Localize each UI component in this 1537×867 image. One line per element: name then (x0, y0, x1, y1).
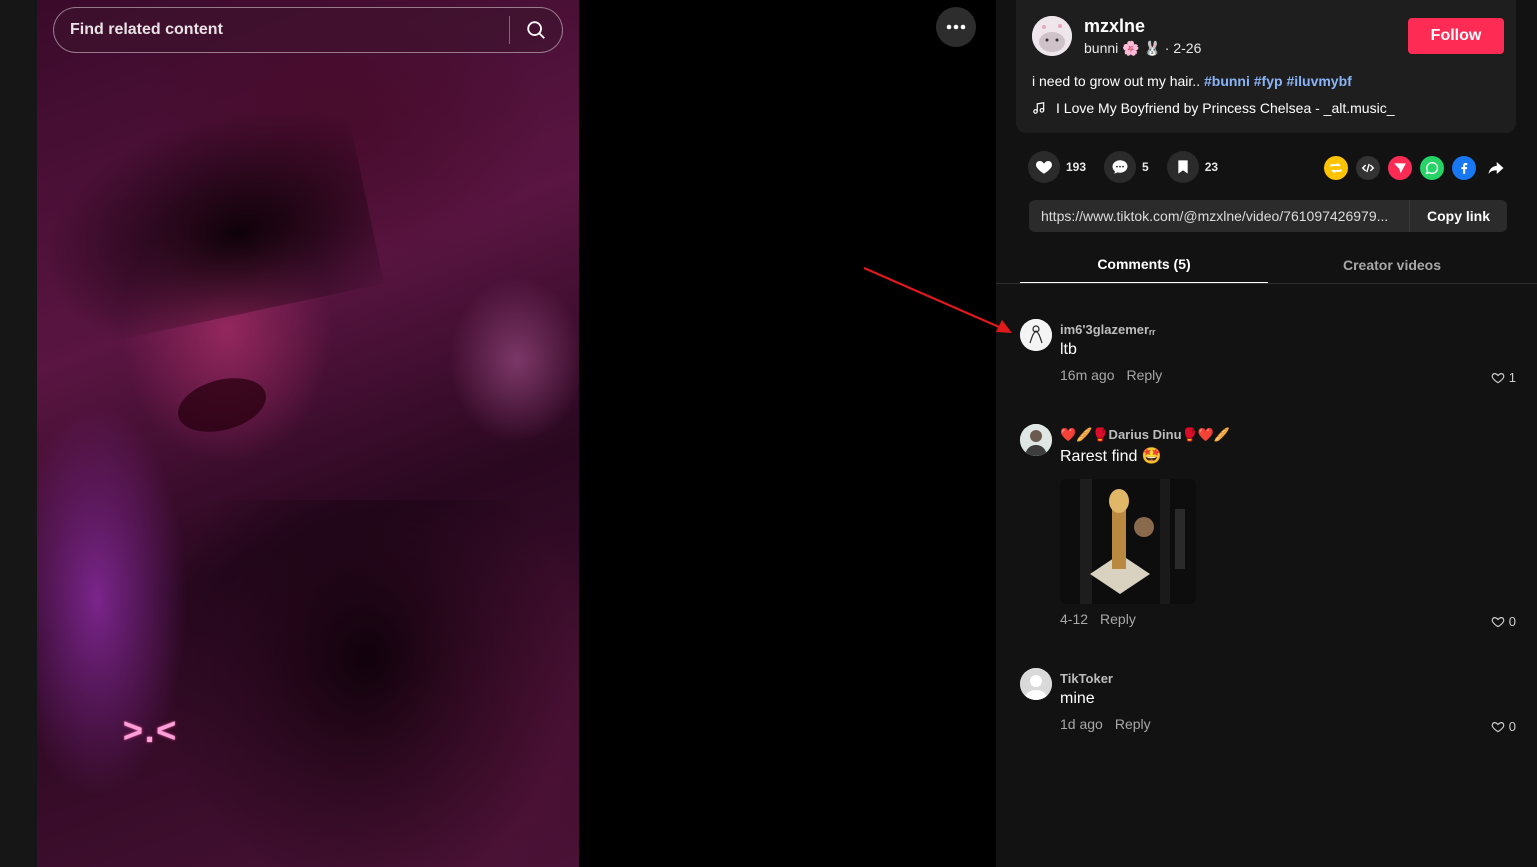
comment-text: ltb (1060, 341, 1077, 358)
save-button[interactable] (1166, 151, 1199, 183)
comment-photo-icon (1060, 479, 1196, 604)
whatsapp-share-button[interactable] (1420, 156, 1444, 180)
tab-creator-videos[interactable]: Creator videos (1268, 245, 1516, 284)
avatar-drawing-icon (1020, 319, 1052, 351)
video-frame-shadow (37, 87, 385, 353)
music-title: I Love My Boyfriend by Princess Chelsea … (1056, 100, 1395, 116)
reply-button[interactable]: Reply (1126, 367, 1162, 383)
comment-text: Rarest find 🤩 (1060, 448, 1162, 465)
comment-like[interactable]: 0 (1491, 719, 1516, 734)
video-sticker: >.< (123, 712, 179, 750)
author-display-name: bunni 🌸 🐰 (1084, 40, 1161, 56)
comment-time: 16m ago (1060, 367, 1115, 383)
video-link-bar: https://www.tiktok.com/@mzxlne/video/761… (1029, 200, 1507, 232)
hashtag-link[interactable]: #iluvmybf (1286, 73, 1351, 89)
tab-comments[interactable]: Comments (5) (1020, 245, 1268, 284)
comment-time: 1d ago (1060, 716, 1103, 732)
commenter-avatar[interactable] (1020, 319, 1052, 351)
author-info-card: mzxlne bunni 🌸 🐰 · 2-26 Follow i need to… (1016, 0, 1516, 133)
save-action[interactable]: 23 (1166, 151, 1219, 183)
default-avatar-icon (1020, 668, 1052, 700)
commenter-name[interactable]: TikToker (1060, 671, 1113, 686)
commenter-avatar[interactable] (1020, 424, 1052, 456)
reply-button[interactable]: Reply (1100, 611, 1136, 627)
music-note-icon (1033, 102, 1045, 114)
hashtag-link[interactable]: #fyp (1254, 73, 1283, 89)
copy-link-button[interactable]: Copy link (1409, 200, 1507, 232)
reply-button[interactable]: Reply (1115, 716, 1151, 732)
engagement-actions: 193 5 23 (1028, 150, 1236, 184)
heart-outline-icon (1491, 721, 1505, 732)
embed-button[interactable] (1356, 156, 1380, 180)
music-info[interactable]: I Love My Boyfriend by Princess Chelsea … (1032, 100, 1394, 116)
side-panel: mzxlne bunni 🌸 🐰 · 2-26 Follow i need to… (996, 0, 1537, 867)
commenter-name[interactable]: ❤️🥖🥊Darius Dinu🥊❤️🥖 (1060, 427, 1230, 443)
author-avatar[interactable] (1032, 16, 1072, 56)
bookmark-icon (1178, 160, 1188, 174)
comment-like-count: 0 (1508, 719, 1516, 734)
comment-like-count: 1 (1508, 370, 1516, 385)
heart-outline-icon (1491, 616, 1505, 627)
author-subline: bunni 🌸 🐰 · 2-26 (1084, 40, 1201, 57)
save-count: 23 (1204, 160, 1219, 174)
panel-tabs: Comments (5) Creator videos (1020, 245, 1516, 284)
video-player[interactable]: >.< (37, 0, 579, 867)
comment-time: 4-12 (1060, 611, 1089, 627)
video-stage: >.< (0, 0, 996, 867)
send-icon (1394, 163, 1406, 174)
more-share-button[interactable] (1484, 156, 1508, 180)
comment-image[interactable] (1060, 479, 1196, 604)
hashtag-link[interactable]: #bunni (1204, 73, 1250, 89)
like-action[interactable]: 193 (1028, 151, 1086, 183)
facebook-share-button[interactable] (1452, 156, 1476, 180)
repost-button[interactable] (1324, 156, 1348, 180)
more-options-button[interactable] (936, 7, 976, 47)
video-caption: i need to grow out my hair.. #bunni #fyp… (1032, 73, 1352, 89)
comment-like[interactable]: 1 (1491, 370, 1516, 385)
comment-like[interactable]: 0 (1491, 614, 1516, 629)
video-frame-dark (157, 500, 577, 867)
comment-button[interactable] (1104, 151, 1137, 183)
avatar-cat-icon (1032, 16, 1072, 56)
heart-outline-icon (1491, 372, 1505, 383)
author-username[interactable]: mzxlne (1084, 16, 1145, 37)
comment-bubble-icon (1112, 160, 1128, 174)
tabs-divider (996, 283, 1537, 284)
commenter-avatar[interactable] (1020, 668, 1052, 700)
share-options (1324, 156, 1508, 180)
comment-meta: 1d ago Reply (1060, 716, 1151, 732)
like-button[interactable] (1028, 151, 1060, 183)
whatsapp-icon (1425, 162, 1439, 175)
video-frame-detail (172, 369, 272, 441)
share-arrow-icon (1488, 162, 1504, 174)
comment-text: mine (1060, 690, 1095, 707)
comment-item: TikToker mine 1d ago Reply 0 (1020, 668, 1516, 738)
facebook-icon (1461, 162, 1468, 174)
comment-action[interactable]: 5 (1104, 151, 1149, 183)
search-bar (53, 7, 563, 53)
comment-item: ❤️🥖🥊Darius Dinu🥊❤️🥖 Rarest find 🤩 4-12 Re… (1020, 424, 1516, 634)
comment-meta: 16m ago Reply (1060, 367, 1162, 383)
video-url-text[interactable]: https://www.tiktok.com/@mzxlne/video/761… (1029, 208, 1409, 224)
post-date: · 2-26 (1160, 40, 1202, 56)
repost-icon (1330, 162, 1342, 174)
search-button[interactable] (510, 8, 562, 52)
more-dots-icon (946, 24, 966, 30)
comment-count: 5 (1142, 160, 1149, 174)
send-to-friends-button[interactable] (1388, 156, 1412, 180)
video-edge (0, 0, 37, 867)
like-count: 193 (1066, 160, 1087, 174)
comment-item: im6'3glazemerᵣᵣ ltb 16m ago Reply 1 (1020, 319, 1516, 389)
caption-text: i need to grow out my hair.. (1032, 73, 1204, 89)
follow-button[interactable]: Follow (1408, 18, 1504, 54)
comment-like-count: 0 (1508, 614, 1516, 629)
search-input[interactable] (54, 8, 509, 52)
search-icon (527, 21, 545, 39)
commenter-name[interactable]: im6'3glazemerᵣᵣ (1060, 322, 1156, 337)
heart-icon (1036, 161, 1052, 174)
comment-meta: 4-12 Reply (1060, 611, 1136, 627)
embed-icon (1361, 163, 1375, 173)
avatar-person-icon (1020, 424, 1052, 456)
